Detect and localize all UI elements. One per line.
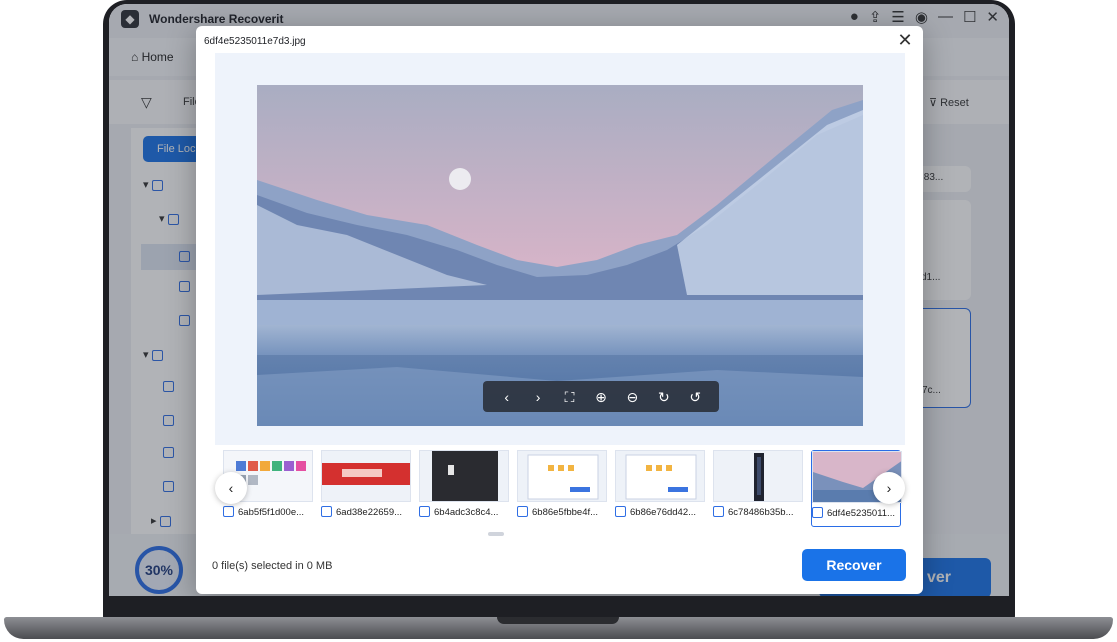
chevron-left-icon: ‹ (228, 480, 234, 496)
thumbnail-image (321, 450, 411, 502)
thumbnail-image (713, 450, 803, 502)
preview-image: ‹ › ⛶ ⊕ ⊖ ↻ ↺ (257, 85, 863, 426)
screen: ◆ Wondershare Recoverit ● ⇪ ☰ ◉ — ☐ ✕ ⌂ … (109, 4, 1009, 596)
thumbnail[interactable]: 6b86e76dd42... (615, 450, 705, 527)
thumbnail[interactable]: 6b86e5fbbe4f... (517, 450, 607, 527)
image-viewer: ‹ › ⛶ ⊕ ⊖ ↻ ↺ (215, 53, 905, 445)
thumbnail-checkbox[interactable] (321, 506, 332, 517)
image-toolbar: ‹ › ⛶ ⊕ ⊖ ↻ ↺ (483, 381, 719, 412)
recover-button[interactable]: Recover (802, 549, 906, 581)
thumbnail-image (517, 450, 607, 502)
thumbnail-label: 6b86e76dd42... (630, 507, 697, 518)
fullscreen-icon[interactable]: ⛶ (561, 388, 579, 406)
thumbnail[interactable]: 6c78486b35b... (713, 450, 803, 527)
thumbnail-checkbox[interactable] (223, 506, 234, 517)
chevron-left-icon[interactable]: ‹ (498, 388, 516, 406)
close-icon[interactable]: ✕ (895, 30, 915, 50)
thumbnail-checkbox[interactable] (419, 506, 430, 517)
thumbnail-checkbox[interactable] (615, 506, 626, 517)
zoom-in-icon[interactable]: ⊕ (592, 388, 610, 406)
thumbnail-image (419, 450, 509, 502)
preview-modal: 6df4e5235011e7d3.jpg ✕ ‹ › ⛶ ⊕ ⊖ ↻ ↺ 6ab… (196, 26, 923, 594)
modal-title: 6df4e5235011e7d3.jpg (204, 36, 306, 47)
selection-status: 0 file(s) selected in 0 MB (212, 560, 333, 572)
thumbnail-strip: 6ab5f5f1d00e... 6ad38e22659... 6b4adc3c8… (215, 448, 905, 530)
thumbnail-image (615, 450, 705, 502)
chevron-right-icon: › (886, 480, 892, 496)
thumbnail[interactable]: 6ad38e22659... (321, 450, 411, 527)
thumbnail-checkbox[interactable] (713, 506, 724, 517)
rotate-left-icon[interactable]: ↺ (686, 388, 704, 406)
thumbnail-label: 6df4e5235011... (827, 508, 895, 519)
thumbnail-prev-button[interactable]: ‹ (215, 472, 247, 504)
thumbnail-label: 6ab5f5f1d00e... (238, 507, 305, 518)
chevron-right-icon[interactable]: › (529, 388, 547, 406)
rotate-right-icon[interactable]: ↻ (655, 388, 673, 406)
laptop-notch (497, 617, 619, 624)
thumbnail-label: 6c78486b35b... (728, 507, 794, 518)
zoom-out-icon[interactable]: ⊖ (623, 388, 641, 406)
thumbnail-next-button[interactable]: › (873, 472, 905, 504)
thumbnail-label: 6b4adc3c8c4... (434, 507, 499, 518)
thumbnail-checkbox[interactable] (812, 507, 823, 518)
thumbnail-checkbox[interactable] (517, 506, 528, 517)
thumbnail[interactable]: 6b4adc3c8c4... (419, 450, 509, 527)
thumbnail-label: 6ad38e22659... (336, 507, 403, 518)
thumbnail-label: 6b86e5fbbe4f... (532, 507, 599, 518)
scroll-indicator[interactable] (488, 532, 504, 536)
